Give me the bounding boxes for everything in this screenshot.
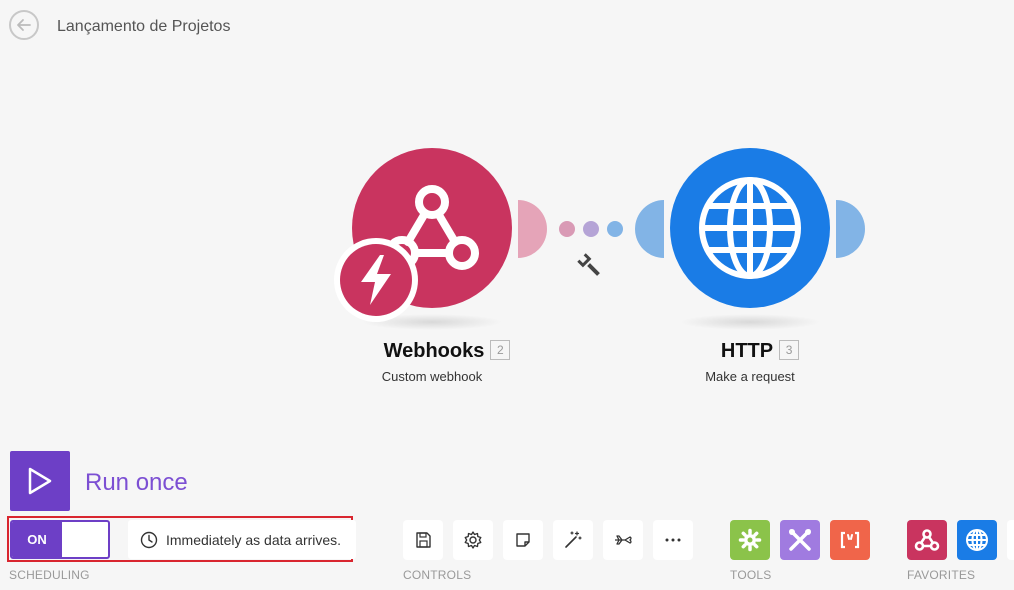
clock-icon <box>140 531 158 548</box>
module-number: 2 <box>490 340 511 360</box>
favorite-webhooks[interactable] <box>907 520 947 560</box>
tools-section-label: TOOLS <box>730 568 772 582</box>
module-name: Webhooks <box>383 340 485 362</box>
wrench-icon[interactable] <box>577 253 602 278</box>
run-once-button[interactable] <box>10 451 70 511</box>
http-subtitle: Make a request <box>705 369 795 384</box>
module-number: 3 <box>779 340 800 360</box>
globe-icon <box>699 177 801 279</box>
tool-flow-control[interactable] <box>730 520 770 560</box>
run-once-label[interactable]: Run once <box>85 469 188 497</box>
favorites-section-label: FAVORITES <box>907 568 976 582</box>
controls-section-label: CONTROLS <box>403 568 472 582</box>
airplane-icon <box>615 535 632 545</box>
schedule-text: Immediately as data arrives. <box>166 531 342 548</box>
save-icon <box>416 532 431 548</box>
tools-icon <box>789 529 811 551</box>
page-title: Lançamento de Projetos <box>57 18 231 35</box>
webhooks-subtitle: Custom webhook <box>381 369 483 384</box>
tool-text-parser[interactable] <box>830 520 870 560</box>
explain-flow-button[interactable] <box>603 520 643 560</box>
scheduling-section-label: SCHEDULING <box>9 568 90 582</box>
magic-wand-icon <box>565 531 582 548</box>
globe-icon <box>966 529 988 551</box>
http-module[interactable] <box>635 148 866 308</box>
tool-tools[interactable] <box>780 520 820 560</box>
webhook-icon <box>914 529 940 551</box>
more-icon <box>665 538 681 542</box>
scheduling-toggle[interactable]: ON <box>10 520 110 559</box>
note-icon <box>516 533 530 547</box>
back-button[interactable] <box>9 10 39 40</box>
play-icon <box>28 467 52 495</box>
favorites-overflow[interactable] <box>1007 520 1014 560</box>
lightning-icon <box>334 238 418 322</box>
auto-align-button[interactable] <box>553 520 593 560</box>
scenario-canvas <box>334 148 866 330</box>
schedule-settings-button[interactable]: Immediately as data arrives. <box>128 520 356 559</box>
notes-button[interactable] <box>503 520 543 560</box>
text-parser-icon <box>840 531 860 549</box>
connector[interactable] <box>559 221 623 237</box>
toggle-on-label: ON <box>12 522 62 557</box>
gear-icon <box>464 531 482 549</box>
webhooks-label: Webhooks 2 <box>352 340 542 363</box>
arrow-left-icon <box>17 19 31 31</box>
favorite-http[interactable] <box>957 520 997 560</box>
module-name: HTTP <box>720 340 774 362</box>
more-button[interactable] <box>653 520 693 560</box>
save-button[interactable] <box>403 520 443 560</box>
scenario-settings-button[interactable] <box>453 520 493 560</box>
webhooks-module[interactable] <box>334 148 547 322</box>
gear-icon <box>738 528 762 552</box>
http-label: HTTP 3 <box>680 340 840 363</box>
